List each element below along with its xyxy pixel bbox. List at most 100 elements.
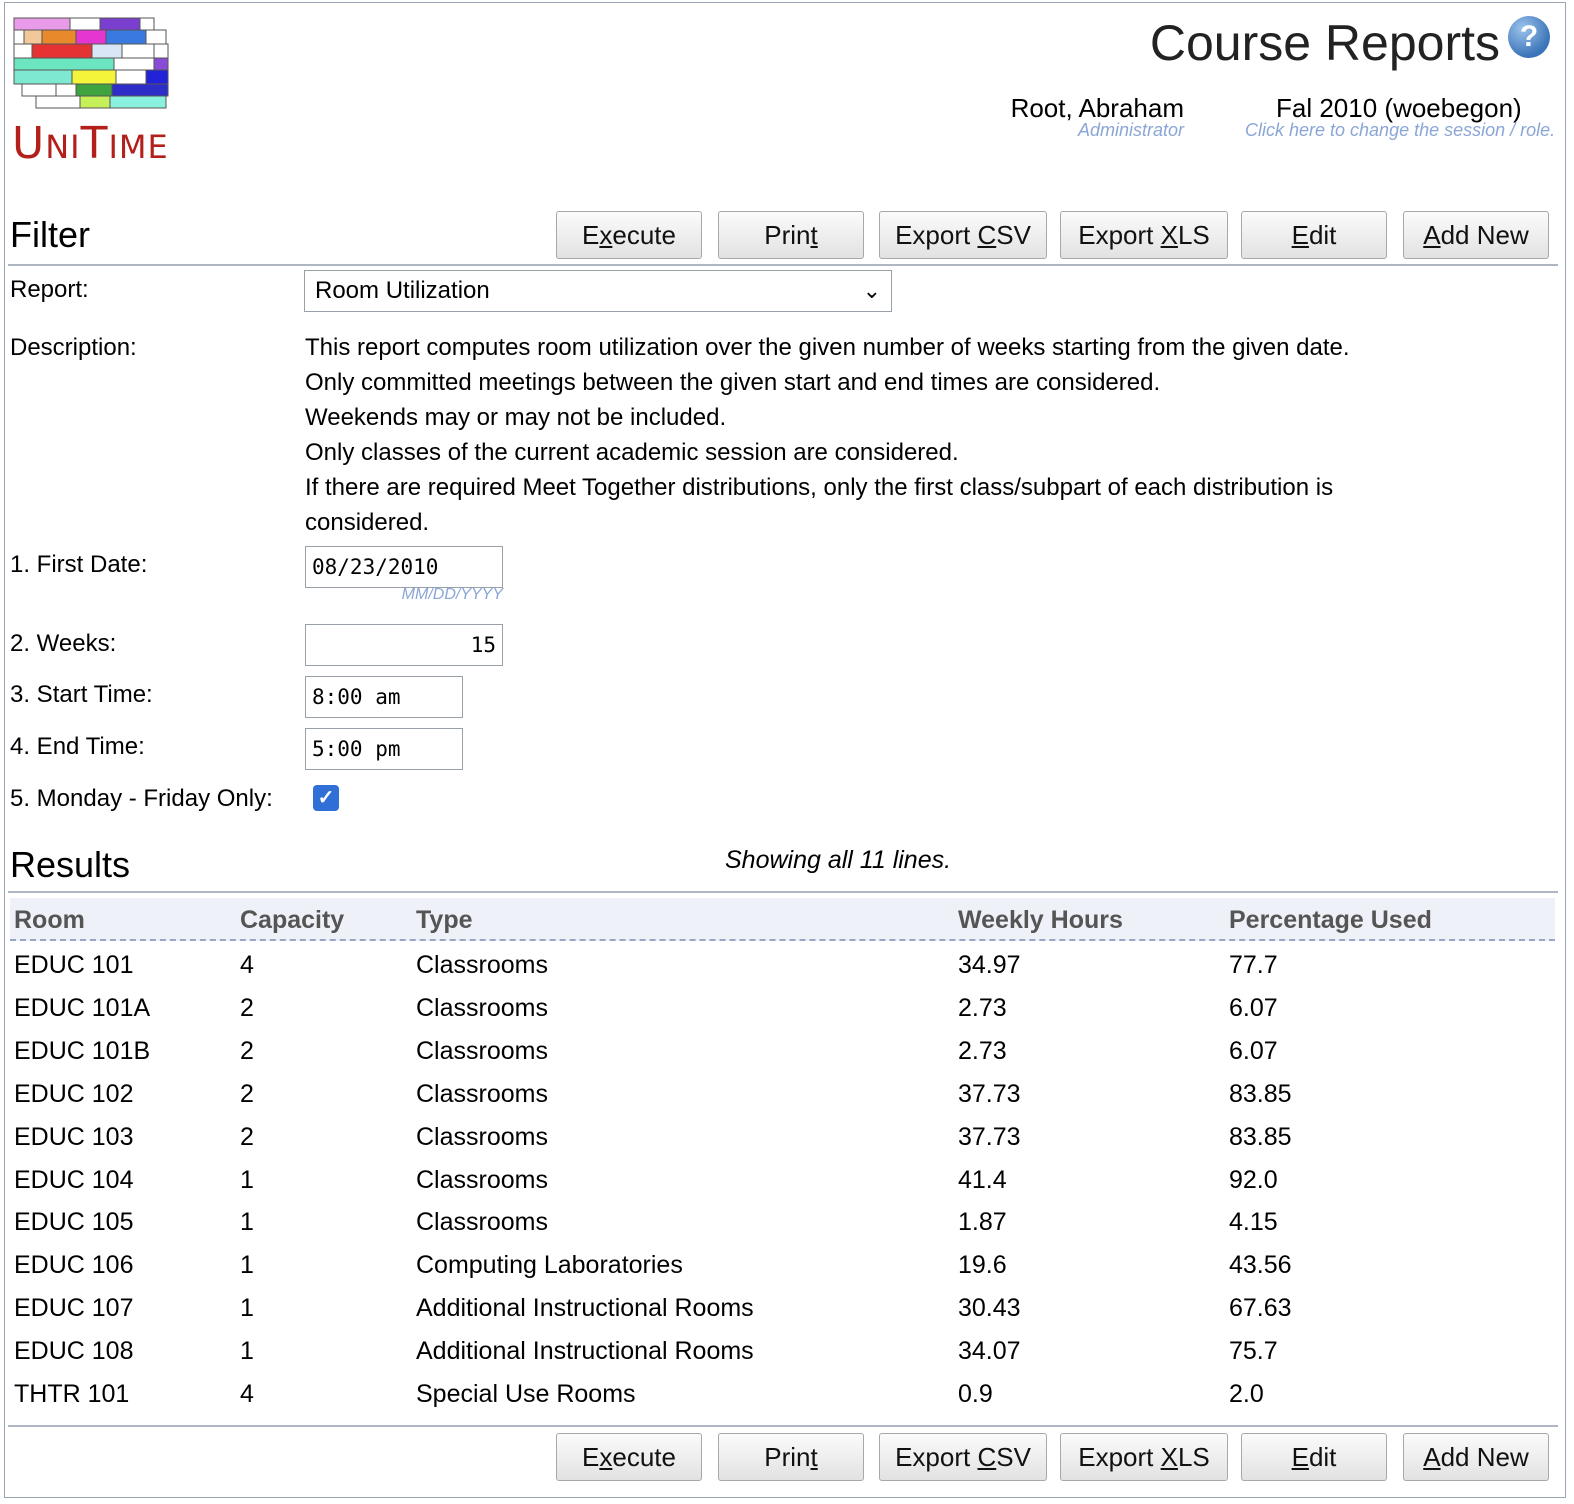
start-time-label: 3. Start Time: [10, 681, 153, 708]
cell-weekly-hours: 37.73 [958, 1122, 1021, 1151]
cell-type: Special Use Rooms [416, 1380, 636, 1408]
table-row[interactable]: EDUC 101 4 Classrooms 34.97 77.7 [10, 944, 1555, 987]
cell-room: EDUC 105 [14, 1208, 134, 1237]
results-count: Showing all 11 lines. [725, 846, 952, 874]
unitime-wordmark: UNITIME [12, 118, 169, 169]
report-select-value: Room Utilization [315, 277, 490, 304]
cell-percentage-used: 75.7 [1229, 1337, 1278, 1366]
cell-type: Classrooms [416, 1036, 548, 1065]
execute-button[interactable]: Execute [556, 211, 702, 259]
cell-capacity: 2 [240, 1079, 254, 1108]
unitime-logo-icon [12, 16, 172, 112]
cell-type: Classrooms [416, 993, 548, 1022]
description-line: considered. [305, 509, 430, 536]
column-header-room[interactable]: Room [14, 906, 85, 935]
table-row[interactable]: EDUC 101B 2 Classrooms 2.73 6.07 [10, 1030, 1555, 1073]
cell-room: EDUC 102 [14, 1079, 134, 1108]
weeks-label: 2. Weeks: [10, 630, 117, 657]
cell-percentage-used: 92.0 [1229, 1165, 1278, 1194]
cell-room: EDUC 101B [14, 1036, 151, 1065]
description-line: Weekends may or may not be included. [305, 404, 727, 431]
add-new-button[interactable]: Add New [1403, 1433, 1549, 1481]
start-time-input[interactable]: 8:00 am [305, 676, 463, 718]
report-label: Report: [10, 276, 89, 303]
cell-room: EDUC 101 [14, 951, 134, 979]
page-title: Course Reports [1149, 15, 1500, 71]
table-row[interactable]: EDUC 106 1 Computing Laboratories 19.6 43.56 [10, 1244, 1555, 1287]
user-role: Administrator [1077, 120, 1184, 140]
cell-capacity: 1 [240, 1251, 254, 1280]
export-xls-button[interactable]: Export XLS [1060, 1433, 1228, 1481]
report-select[interactable]: Room Utilization ⌄ [304, 270, 892, 312]
end-time-input[interactable]: 5:00 pm [305, 728, 463, 770]
table-row[interactable]: EDUC 105 1 Classrooms 1.87 4.15 [10, 1201, 1555, 1244]
table-row[interactable]: EDUC 107 1 Additional Instructional Rooms 3… [10, 1287, 1555, 1330]
description-line: If there are required Meet Together dist… [305, 474, 1334, 501]
cell-capacity: 2 [240, 1122, 254, 1151]
cell-capacity: 4 [240, 951, 254, 979]
cell-percentage-used: 67.63 [1229, 1294, 1292, 1323]
cell-room: EDUC 107 [14, 1294, 134, 1323]
weeks-input[interactable]: 15 [305, 624, 503, 666]
column-header-weekly-hours[interactable]: Weekly Hours [958, 906, 1123, 935]
session-change-link[interactable]: Click here to change the session / role. [1245, 120, 1555, 141]
cell-percentage-used: 4.15 [1229, 1208, 1278, 1237]
table-row[interactable]: EDUC 104 1 Classrooms 41.4 92.0 [10, 1159, 1555, 1202]
first-date-input[interactable]: 08/23/2010 [305, 546, 503, 588]
cell-room: EDUC 103 [14, 1122, 134, 1151]
description-line: This report computes room utilization ov… [305, 334, 1350, 361]
end-time-label: 4. End Time: [10, 733, 145, 760]
cell-capacity: 1 [240, 1208, 254, 1237]
cell-percentage-used: 6.07 [1229, 1036, 1278, 1065]
table-row[interactable]: EDUC 101A 2 Classrooms 2.73 6.07 [10, 987, 1555, 1030]
cell-weekly-hours: 1.87 [958, 1208, 1007, 1237]
first-date-label: 1. First Date: [10, 551, 148, 578]
cell-weekly-hours: 2.73 [958, 1036, 1007, 1065]
mon-fri-label: 5. Monday - Friday Only: [10, 785, 273, 812]
description-line: Only committed meetings between the give… [305, 369, 1161, 396]
cell-weekly-hours: 19.6 [958, 1251, 1007, 1280]
filter-divider [8, 264, 1558, 266]
table-row[interactable]: EDUC 103 2 Classrooms 37.73 83.85 [10, 1116, 1555, 1159]
cell-weekly-hours: 30.43 [958, 1294, 1021, 1323]
print-button[interactable]: Print [718, 1433, 864, 1481]
cell-room: THTR 101 [14, 1380, 130, 1408]
cell-type: Classrooms [416, 1122, 548, 1151]
cell-type: Computing Laboratories [416, 1251, 683, 1280]
print-button[interactable]: Print [718, 211, 864, 259]
cell-percentage-used: 83.85 [1229, 1079, 1292, 1108]
edit-button[interactable]: Edit [1241, 211, 1387, 259]
mon-fri-checkbox[interactable]: ✓ [313, 785, 339, 811]
cell-room: EDUC 101A [14, 993, 151, 1022]
results-divider [8, 891, 1558, 893]
filter-title: Filter [10, 214, 90, 255]
edit-button[interactable]: Edit [1241, 1433, 1387, 1481]
cell-percentage-used: 43.56 [1229, 1251, 1292, 1280]
table-row[interactable]: THTR 101 4 Special Use Rooms 0.9 2.0 [10, 1373, 1555, 1416]
cell-capacity: 2 [240, 993, 254, 1022]
column-header-type[interactable]: Type [416, 906, 473, 935]
cell-percentage-used: 77.7 [1229, 951, 1278, 979]
column-header-percentage-used[interactable]: Percentage Used [1229, 906, 1432, 935]
cell-room: EDUC 104 [14, 1165, 134, 1194]
cell-percentage-used: 83.85 [1229, 1122, 1292, 1151]
report-description: This report computes room utilization ov… [305, 330, 1545, 540]
column-header-capacity[interactable]: Capacity [240, 906, 344, 935]
cell-capacity: 4 [240, 1380, 254, 1408]
export-xls-button[interactable]: Export XLS [1060, 211, 1228, 259]
add-new-button[interactable]: Add New [1403, 211, 1549, 259]
table-row[interactable]: EDUC 108 1 Additional Instructional Rooms 3… [10, 1330, 1555, 1373]
results-bottom-divider [8, 1425, 1558, 1427]
export-csv-button[interactable]: Export CSV [879, 211, 1047, 259]
cell-type: Additional Instructional Rooms [416, 1337, 754, 1366]
cell-weekly-hours: 37.73 [958, 1079, 1021, 1108]
help-icon[interactable]: ? [1508, 16, 1550, 58]
cell-percentage-used: 2.0 [1229, 1380, 1264, 1408]
cell-weekly-hours: 34.97 [958, 951, 1021, 979]
cell-capacity: 1 [240, 1337, 254, 1366]
table-row[interactable]: EDUC 102 2 Classrooms 37.73 83.85 [10, 1073, 1555, 1116]
execute-button[interactable]: Execute [556, 1433, 702, 1481]
cell-type: Additional Instructional Rooms [416, 1294, 754, 1323]
export-csv-button[interactable]: Export CSV [879, 1433, 1047, 1481]
cell-room: EDUC 108 [14, 1337, 134, 1366]
